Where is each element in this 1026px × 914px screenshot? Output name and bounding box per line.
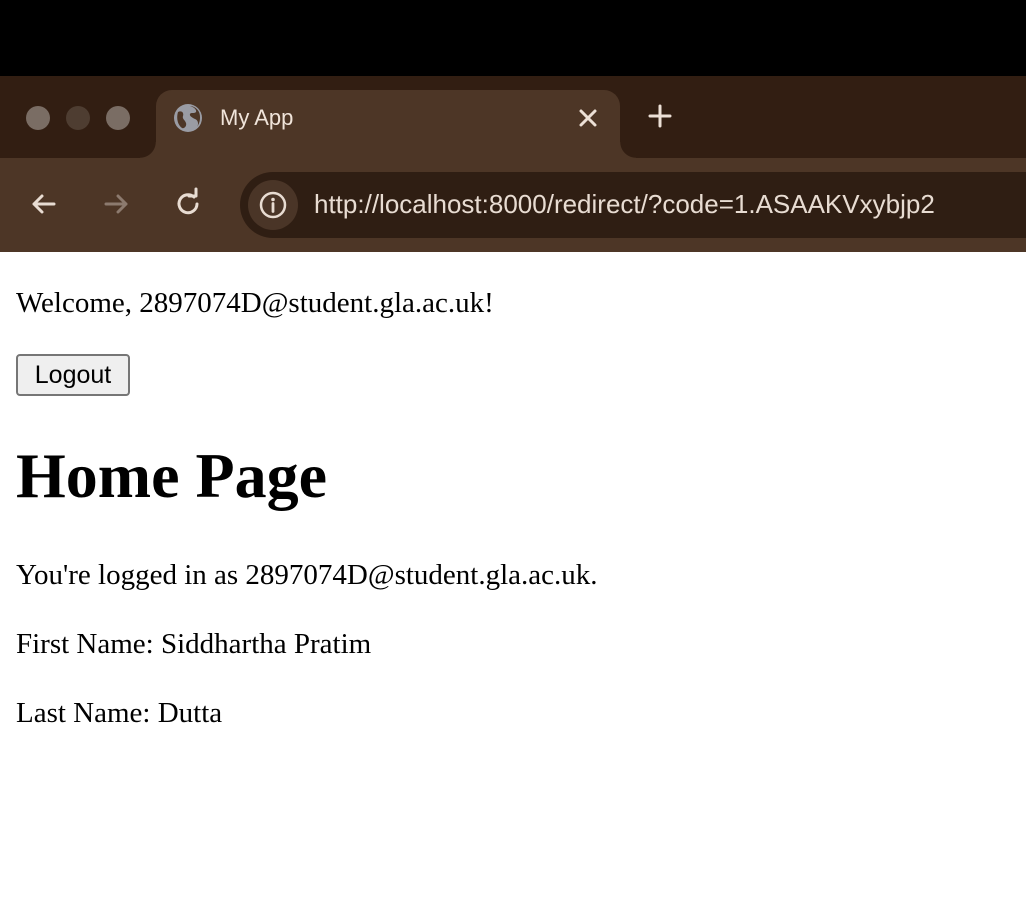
info-icon: [259, 191, 287, 219]
browser-window: My App http://localhost:8000/redirect/?c…: [0, 0, 1026, 914]
last-name-text: Last Name: Dutta: [16, 697, 223, 729]
logout-button[interactable]: Logout: [16, 354, 130, 396]
globe-icon: [174, 104, 202, 132]
logged-in-message: You're logged in as 2897074D@student.gla…: [16, 559, 598, 591]
forward-arrow-icon[interactable]: [98, 186, 134, 222]
tab-corner-left: [140, 142, 156, 158]
url-text[interactable]: http://localhost:8000/redirect/?code=1.A…: [314, 186, 935, 222]
reload-icon[interactable]: [170, 186, 206, 222]
page-content: Welcome, 2897074D@student.gla.ac.uk! Log…: [0, 252, 1026, 914]
minimize-window-button[interactable]: [66, 106, 90, 130]
welcome-message: Welcome, 2897074D@student.gla.ac.uk!: [16, 287, 494, 319]
close-window-button[interactable]: [26, 106, 50, 130]
tab-title: My App: [220, 105, 294, 130]
back-arrow-icon[interactable]: [26, 186, 62, 222]
tab-corner-right: [620, 142, 636, 158]
top-bar: [0, 0, 1026, 76]
maximize-window-button[interactable]: [106, 106, 130, 130]
page-title: Home Page: [16, 440, 327, 511]
close-icon[interactable]: [574, 104, 602, 132]
first-name-text: First Name: Siddhartha Pratim: [16, 628, 372, 660]
plus-icon[interactable]: [644, 100, 676, 132]
